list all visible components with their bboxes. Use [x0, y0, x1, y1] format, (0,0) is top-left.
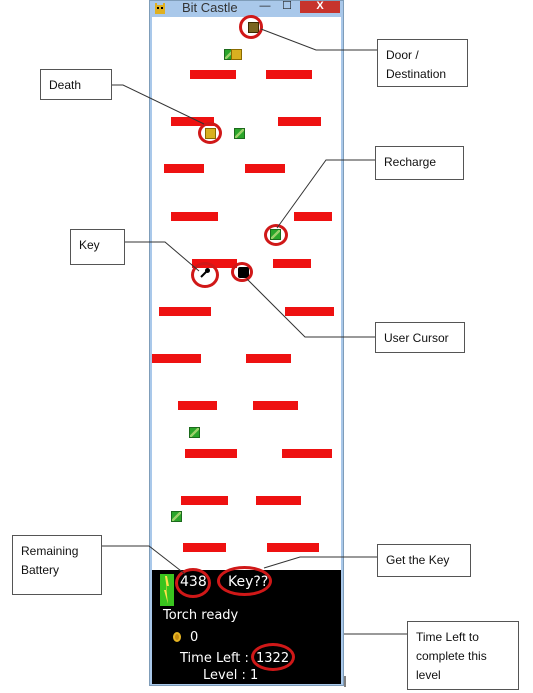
coin-icon [173, 632, 181, 642]
recharge-tile [234, 128, 245, 139]
platform [246, 354, 291, 363]
time-highlight-ring [251, 643, 295, 671]
platform [256, 496, 301, 505]
callout-key: Key [70, 229, 125, 265]
platform [273, 259, 311, 268]
app-icon [155, 3, 165, 14]
platform [278, 117, 321, 126]
platform [282, 449, 332, 458]
platform [171, 212, 218, 221]
platform [178, 401, 217, 410]
platform [253, 401, 298, 410]
level-indicator: Level : 1 [203, 668, 259, 683]
battery-highlight-ring [175, 568, 211, 598]
key-status-highlight-ring [217, 566, 272, 596]
platform [185, 449, 237, 458]
platform [181, 496, 228, 505]
callout-death: Death [40, 69, 112, 100]
platform [294, 212, 332, 221]
coin-count: 0 [190, 630, 199, 645]
close-button[interactable]: X [300, 1, 340, 13]
death-tile [231, 49, 242, 60]
torch-icon [164, 576, 169, 604]
recharge-tile [171, 511, 182, 522]
callout-remaining-battery: Remaining Battery [12, 535, 102, 595]
maximize-button[interactable]: ☐ [280, 1, 294, 13]
recharge-tile [189, 427, 200, 438]
window-title: Bit Castle [182, 0, 238, 15]
platform [266, 70, 312, 79]
time-left-label: Time Left : [180, 651, 249, 666]
key-highlight-ring [191, 262, 219, 288]
callout-get-the-key: Get the Key [377, 544, 471, 577]
recharge-highlight-ring [264, 224, 288, 246]
platform [245, 164, 285, 173]
callout-recharge: Recharge [375, 146, 464, 180]
door-highlight-ring [239, 15, 263, 39]
platform [164, 164, 204, 173]
callout-user-cursor: User Cursor [375, 322, 465, 353]
torch-status: Torch ready [163, 608, 239, 623]
platform [159, 307, 211, 316]
minimize-button[interactable]: — [258, 1, 272, 13]
platform [285, 307, 334, 316]
death-highlight-ring [198, 122, 222, 144]
platform [152, 354, 201, 363]
platform [267, 543, 319, 552]
cursor-highlight-ring [231, 262, 253, 282]
platform [183, 543, 226, 552]
callout-time-left: Time Left to complete this level [407, 621, 519, 690]
callout-door: Door / Destination [377, 39, 468, 87]
game-play-area[interactable] [152, 17, 341, 570]
platform [190, 70, 236, 79]
